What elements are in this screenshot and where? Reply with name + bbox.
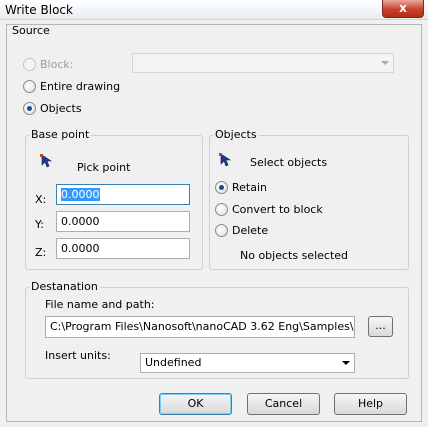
y-label: Y: — [35, 218, 44, 231]
title-bar: Write Block — [0, 0, 428, 20]
radio-icon — [215, 202, 228, 216]
x-field-value: 0.0000 — [61, 188, 100, 201]
objects-radio[interactable]: Objects — [23, 101, 82, 115]
delete-radio[interactable]: Delete — [215, 223, 268, 237]
z-label: Z: — [35, 246, 47, 259]
radio-icon — [23, 57, 36, 71]
y-field[interactable]: 0.0000 — [56, 211, 190, 232]
block-radio[interactable]: Block: — [23, 57, 73, 71]
z-field-value: 0.0000 — [61, 242, 100, 255]
browse-button[interactable]: ... — [368, 316, 393, 337]
window-title: Write Block — [5, 3, 73, 17]
block-radio-label: Block: — [40, 57, 74, 71]
block-combo[interactable] — [132, 53, 394, 73]
convert-to-block-radio[interactable]: Convert to block — [215, 202, 323, 216]
insert-units-label: Insert units: — [45, 349, 111, 362]
select-objects-icon[interactable] — [219, 153, 233, 167]
objects-radio-label: Objects — [40, 101, 82, 115]
pick-point-label: Pick point — [77, 161, 131, 174]
entire-drawing-label: Entire drawing — [40, 79, 121, 93]
z-field[interactable]: 0.0000 — [56, 238, 190, 259]
close-button[interactable]: x — [382, 0, 424, 18]
chevron-down-icon — [381, 61, 389, 65]
x-label: X: — [35, 193, 47, 206]
x-field[interactable]: 0.0000 — [56, 184, 190, 205]
file-path-value: C:\Program Files\Nanosoft\nanoCAD 3.62 E… — [50, 320, 354, 333]
destination-legend: Destanation — [29, 280, 100, 293]
close-icon: x — [399, 1, 407, 15]
help-button[interactable]: Help — [334, 393, 407, 415]
chevron-down-icon — [342, 361, 350, 365]
file-path-label: File name and path: — [45, 298, 155, 311]
source-legend: Source — [10, 24, 52, 37]
entire-drawing-radio[interactable]: Entire drawing — [23, 79, 120, 93]
convert-to-block-label: Convert to block — [232, 202, 323, 216]
retain-radio[interactable]: Retain — [215, 180, 267, 194]
y-field-value: 0.0000 — [61, 215, 100, 228]
radio-icon — [215, 180, 228, 194]
objects-legend: Objects — [213, 128, 259, 141]
radio-icon — [23, 101, 36, 115]
radio-icon — [215, 223, 228, 237]
file-path-input[interactable]: C:\Program Files\Nanosoft\nanoCAD 3.62 E… — [45, 316, 355, 338]
objects-status: No objects selected — [240, 249, 349, 262]
insert-units-value: Undefined — [145, 356, 202, 369]
radio-icon — [23, 79, 36, 93]
ok-button[interactable]: OK — [159, 393, 232, 415]
base-point-legend: Base point — [29, 128, 92, 141]
select-objects-label: Select objects — [250, 156, 328, 169]
cancel-button[interactable]: Cancel — [247, 393, 320, 415]
insert-units-combo[interactable]: Undefined — [140, 353, 355, 373]
retain-label: Retain — [232, 180, 267, 194]
pick-point-icon[interactable] — [40, 154, 54, 168]
delete-label: Delete — [232, 223, 269, 237]
